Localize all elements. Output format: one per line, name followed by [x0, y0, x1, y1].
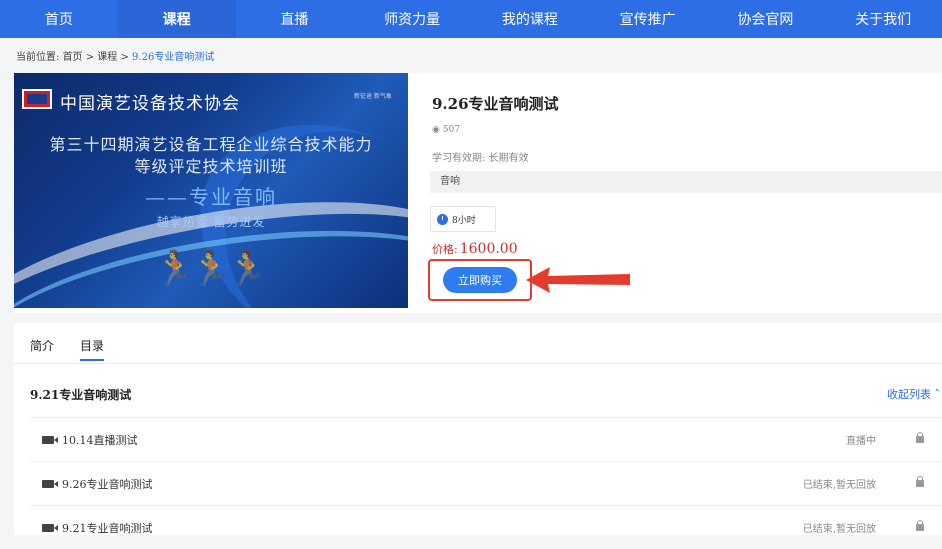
video-icon: [42, 523, 58, 532]
nav-item-live[interactable]: 直播: [236, 0, 354, 38]
chevron-up-icon: ˄: [934, 388, 941, 401]
course-tag: 音响: [430, 171, 942, 193]
red-arrow-icon: [526, 267, 630, 293]
tab-bar: 简介 目录: [30, 337, 105, 361]
nav-item-teachers[interactable]: 师资力量: [353, 0, 471, 38]
banner-org-name: 中国演艺设备技术协会: [60, 94, 240, 114]
list-item-status: 已结束,暂无回放: [802, 480, 876, 491]
course-info: 9.26专业音响测试 ◉ 507 学习有效期: 长期有效 音响 8小时 价格: …: [428, 73, 942, 313]
banner-line-2: 等级评定技术培训班: [134, 157, 288, 176]
banner-line-4: 越享热爱 蓄势进发: [156, 215, 266, 229]
runners-silhouette-icon: 🏃🏃🏃: [154, 249, 269, 289]
breadcrumb-path[interactable]: 首页 > 课程 >: [63, 52, 129, 63]
breadcrumb-current: 9.26专业音响测试: [132, 52, 215, 63]
list-item[interactable]: 9.26专业音响测试 已结束,暂无回放: [30, 461, 942, 505]
banner-line-1: 第三十四期演艺设备工程企业综合技术能力: [49, 135, 373, 154]
price-row: 价格: 1600.00: [432, 241, 518, 257]
catalog-section-title: 9.21专业音响测试: [30, 388, 132, 402]
list-item[interactable]: 9.21专业音响测试 已结束,暂无回放: [30, 505, 942, 549]
buy-button-highlight: 立即购买: [428, 259, 532, 301]
clock-icon: [437, 213, 448, 225]
duration-badge: 8小时: [430, 206, 496, 232]
eye-icon: ◉: [432, 125, 440, 135]
breadcrumb-prefix: 当前位置:: [16, 52, 60, 63]
nav-item-association-site[interactable]: 协会官网: [707, 0, 825, 38]
price-value: 1600.00: [459, 241, 518, 257]
breadcrumb: 当前位置: 首页 > 课程 > 9.26专业音响测试: [16, 48, 214, 63]
view-count: ◉ 507: [432, 125, 460, 135]
collapse-list-label: 收起列表: [887, 388, 931, 401]
nav-item-courses[interactable]: 课程: [117, 0, 236, 38]
list-item-name: 9.26专业音响测试: [62, 477, 153, 491]
nav-item-about-us[interactable]: 关于我们: [824, 0, 942, 38]
course-details: 简介 目录 9.21专业音响测试 收起列表 ˄ 10.14直播测试 直播中 9.…: [14, 323, 942, 535]
top-nav: 首页 课程 直播 师资力量 我的课程 宣传推广 协会官网 关于我们: [0, 0, 942, 38]
association-logo-icon: [22, 89, 52, 109]
banner-line-3: ——专业音响: [145, 185, 277, 209]
course-card: 中国演艺设备技术协会 新征途 新气象 第三十四期演艺设备工程企业综合技术能力 等…: [14, 73, 942, 313]
list-item-status: 直播中: [846, 436, 876, 447]
video-icon: [42, 435, 58, 444]
banner-corner-text: 新征途 新气象: [354, 93, 392, 100]
price-label: 价格:: [432, 243, 458, 256]
duration-value: 8小时: [452, 215, 476, 226]
list-item-name: 10.14直播测试: [62, 433, 138, 447]
buy-now-button[interactable]: 立即购买: [443, 267, 517, 293]
collapse-list-button[interactable]: 收起列表 ˄: [887, 386, 940, 402]
validity-text: 学习有效期: 长期有效: [432, 153, 529, 164]
list-item[interactable]: 10.14直播测试 直播中: [30, 417, 942, 461]
video-icon: [42, 479, 58, 488]
divider: [14, 363, 942, 364]
lock-icon: [916, 520, 924, 531]
lock-icon: [916, 432, 924, 443]
course-banner-image: 中国演艺设备技术协会 新征途 新气象 第三十四期演艺设备工程企业综合技术能力 等…: [14, 73, 408, 308]
nav-item-home[interactable]: 首页: [0, 0, 118, 38]
nav-item-my-courses[interactable]: 我的课程: [471, 0, 589, 38]
view-count-value: 507: [442, 125, 461, 135]
nav-item-promotion[interactable]: 宣传推广: [589, 0, 707, 38]
list-item-status: 已结束,暂无回放: [802, 524, 876, 535]
list-item-name: 9.21专业音响测试: [62, 521, 153, 535]
lock-icon: [916, 476, 924, 487]
tab-intro[interactable]: 简介: [30, 337, 54, 354]
tab-catalog[interactable]: 目录: [80, 337, 105, 361]
course-title: 9.26专业音响测试: [432, 95, 559, 113]
